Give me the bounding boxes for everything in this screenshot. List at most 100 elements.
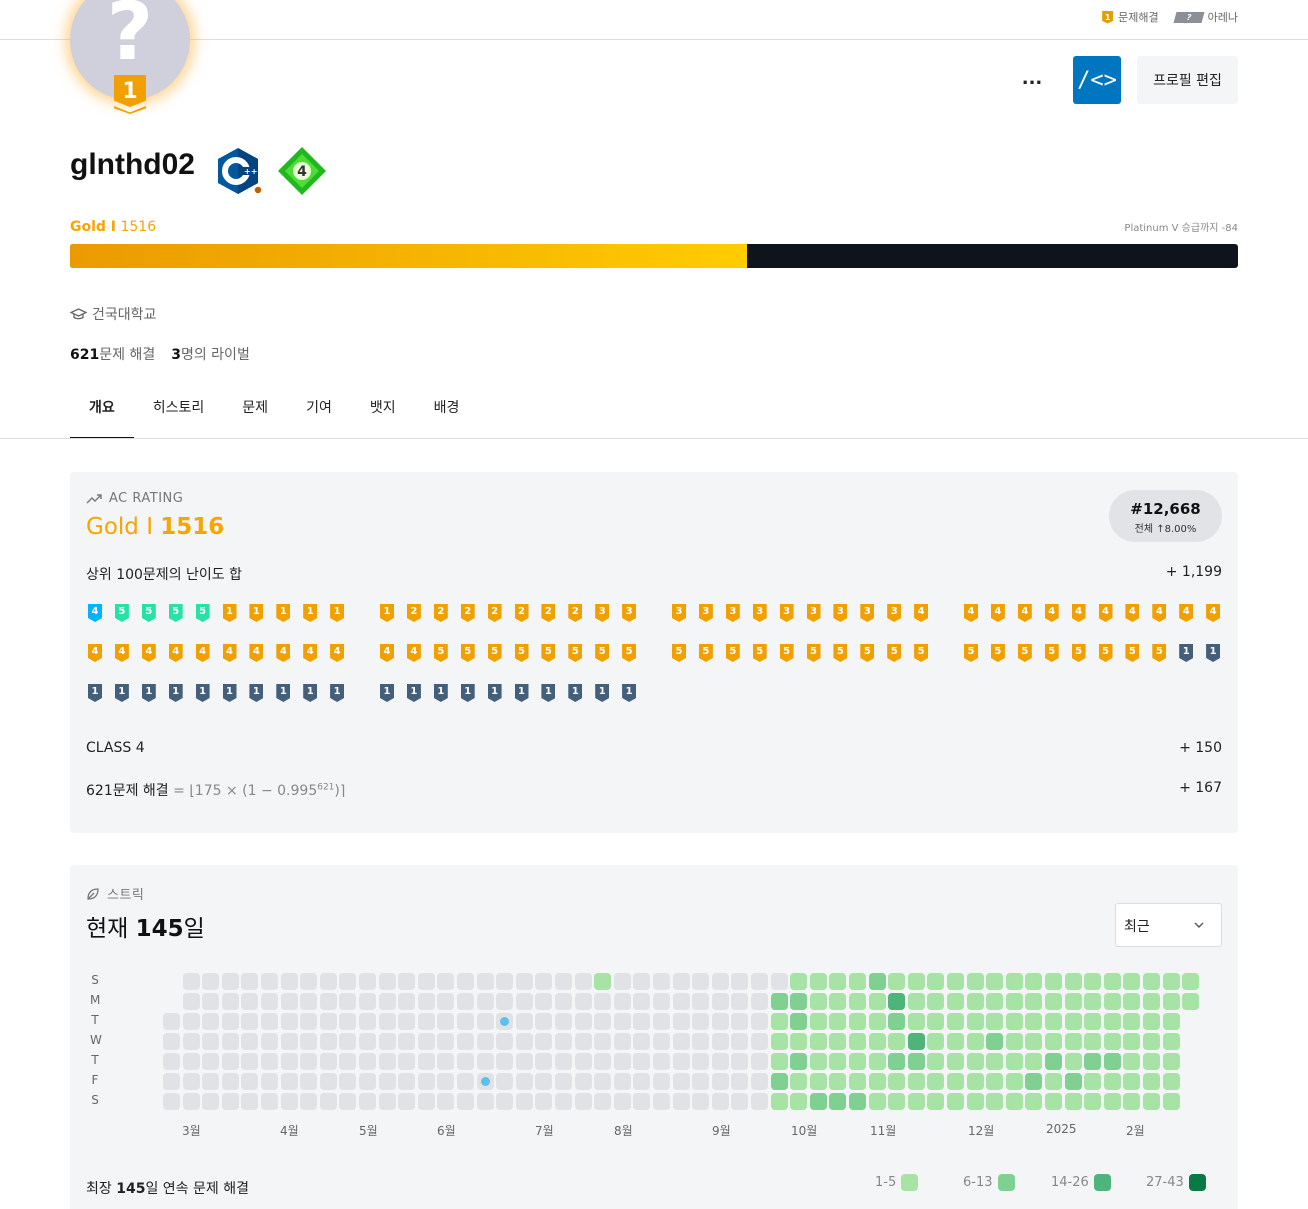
streak-day-cell[interactable] [947, 1013, 964, 1030]
streak-day-cell[interactable] [359, 1013, 376, 1030]
streak-day-cell[interactable] [574, 973, 592, 990]
streak-day-cell[interactable] [672, 1033, 690, 1050]
streak-day-cell[interactable] [1162, 1093, 1180, 1110]
streak-day-cell[interactable] [280, 1073, 298, 1090]
streak-day-cell[interactable] [790, 1033, 808, 1050]
streak-day-cell[interactable] [476, 1013, 494, 1030]
problem-tier-badge[interactable]: 1 [380, 604, 394, 622]
streak-day-cell[interactable] [594, 993, 612, 1010]
streak-day-cell[interactable] [182, 1033, 200, 1050]
streak-day-cell[interactable] [672, 993, 690, 1010]
streak-day-cell[interactable] [1064, 973, 1082, 990]
problem-tier-badge[interactable]: 4 [222, 644, 237, 662]
problem-tier-badge[interactable]: 5 [1125, 644, 1140, 662]
problem-tier-badge[interactable]: 3 [887, 604, 902, 622]
streak-day-cell[interactable] [711, 1073, 729, 1090]
streak-day-cell[interactable] [280, 1033, 298, 1050]
streak-day-cell[interactable] [574, 1053, 592, 1070]
streak-day-cell[interactable] [319, 1093, 337, 1110]
streak-day-cell[interactable] [476, 993, 494, 1010]
streak-day-cell[interactable] [1123, 1073, 1141, 1090]
streak-day-cell[interactable] [947, 1073, 964, 1090]
streak-day-cell[interactable] [1123, 1013, 1141, 1030]
streak-day-cell[interactable] [1005, 1033, 1023, 1050]
streak-day-cell[interactable] [888, 973, 906, 990]
problem-tier-badge[interactable]: 5 [141, 604, 156, 622]
streak-day-cell[interactable] [182, 1073, 200, 1090]
more-options-button[interactable]: ... [1012, 68, 1052, 94]
streak-day-cell[interactable] [868, 1093, 886, 1110]
streak-day-cell[interactable] [1084, 1093, 1102, 1110]
streak-day-cell[interactable] [751, 1013, 768, 1030]
arena-link[interactable]: ? 아레나 [1173, 9, 1238, 25]
streak-day-cell[interactable] [927, 1053, 945, 1070]
streak-day-cell[interactable] [515, 1073, 533, 1090]
streak-day-cell[interactable] [261, 1073, 278, 1090]
streak-day-cell[interactable] [300, 1073, 318, 1090]
streak-day-cell[interactable] [613, 1033, 631, 1050]
streak-day-cell[interactable] [849, 1073, 866, 1090]
problem-tier-badge[interactable]: 5 [114, 604, 129, 622]
streak-day-cell[interactable] [986, 1013, 1004, 1030]
streak-day-cell[interactable] [1162, 1033, 1180, 1050]
streak-day-cell[interactable] [1084, 1033, 1102, 1050]
streak-day-cell[interactable] [1045, 1053, 1062, 1070]
problem-tier-badge[interactable]: 4 [330, 644, 345, 662]
streak-day-cell[interactable] [633, 1073, 651, 1090]
streak-day-cell[interactable] [319, 973, 337, 990]
streak-day-cell[interactable] [692, 993, 710, 1010]
problem-tier-badge[interactable]: 1 [622, 684, 637, 702]
problem-tier-badge[interactable]: 5 [725, 644, 740, 662]
streak-day-cell[interactable] [378, 1093, 396, 1110]
streak-day-cell[interactable] [319, 1073, 337, 1090]
streak-day-cell[interactable] [868, 1033, 886, 1050]
streak-day-cell[interactable] [809, 973, 827, 990]
streak-day-cell[interactable] [1064, 1073, 1082, 1090]
streak-day-cell[interactable] [613, 1073, 631, 1090]
problem-tier-badge[interactable]: 5 [622, 644, 637, 662]
streak-day-cell[interactable] [751, 1093, 768, 1110]
streak-day-cell[interactable] [398, 993, 416, 1010]
streak-day-cell[interactable] [790, 1093, 808, 1110]
problem-tier-badge[interactable]: 4 [168, 644, 183, 662]
problem-tier-badge[interactable]: 4 [964, 604, 978, 622]
streak-day-cell[interactable] [1162, 1053, 1180, 1070]
streak-day-cell[interactable] [594, 1053, 612, 1070]
streak-day-cell[interactable] [888, 1093, 906, 1110]
streak-day-cell[interactable] [163, 1033, 180, 1050]
streak-day-cell[interactable] [809, 1093, 827, 1110]
problem-tier-badge[interactable]: 5 [541, 644, 556, 662]
problem-tier-badge[interactable]: 2 [487, 604, 502, 622]
streak-day-cell[interactable] [1103, 1053, 1121, 1070]
streak-day-cell[interactable] [1123, 1093, 1141, 1110]
streak-day-cell[interactable] [359, 993, 376, 1010]
problem-tier-badge[interactable]: 5 [487, 644, 502, 662]
problem-tier-badge[interactable]: 5 [752, 644, 767, 662]
streak-day-cell[interactable] [378, 993, 396, 1010]
problem-tier-badge[interactable]: 1 [595, 684, 610, 702]
streak-day-cell[interactable] [261, 1053, 278, 1070]
streak-day-cell[interactable] [398, 1033, 416, 1050]
streak-day-cell[interactable] [809, 1073, 827, 1090]
streak-day-cell[interactable] [1084, 1053, 1102, 1070]
streak-day-cell[interactable] [1143, 1073, 1160, 1090]
problem-tier-badge[interactable]: 1 [568, 684, 583, 702]
streak-day-cell[interactable] [692, 1073, 710, 1090]
streak-day-cell[interactable] [457, 1053, 474, 1070]
streak-day-cell[interactable] [1064, 1013, 1082, 1030]
problem-tier-badge[interactable]: 5 [595, 644, 610, 662]
problem-tier-badge[interactable]: 4 [1152, 604, 1167, 622]
streak-day-cell[interactable] [1084, 1073, 1102, 1090]
problem-tier-badge[interactable]: 5 [914, 644, 929, 662]
streak-day-cell[interactable] [202, 1013, 220, 1030]
streak-day-cell[interactable] [241, 993, 259, 1010]
streak-day-cell[interactable] [731, 1053, 749, 1070]
streak-day-cell[interactable] [888, 1033, 906, 1050]
streak-day-cell[interactable] [1103, 1013, 1121, 1030]
streak-day-cell[interactable] [888, 993, 906, 1010]
streak-day-cell[interactable] [574, 1073, 592, 1090]
streak-day-cell[interactable] [476, 1093, 494, 1110]
streak-day-cell[interactable] [731, 993, 749, 1010]
streak-day-cell[interactable] [907, 1073, 925, 1090]
streak-day-cell[interactable] [907, 1033, 925, 1050]
